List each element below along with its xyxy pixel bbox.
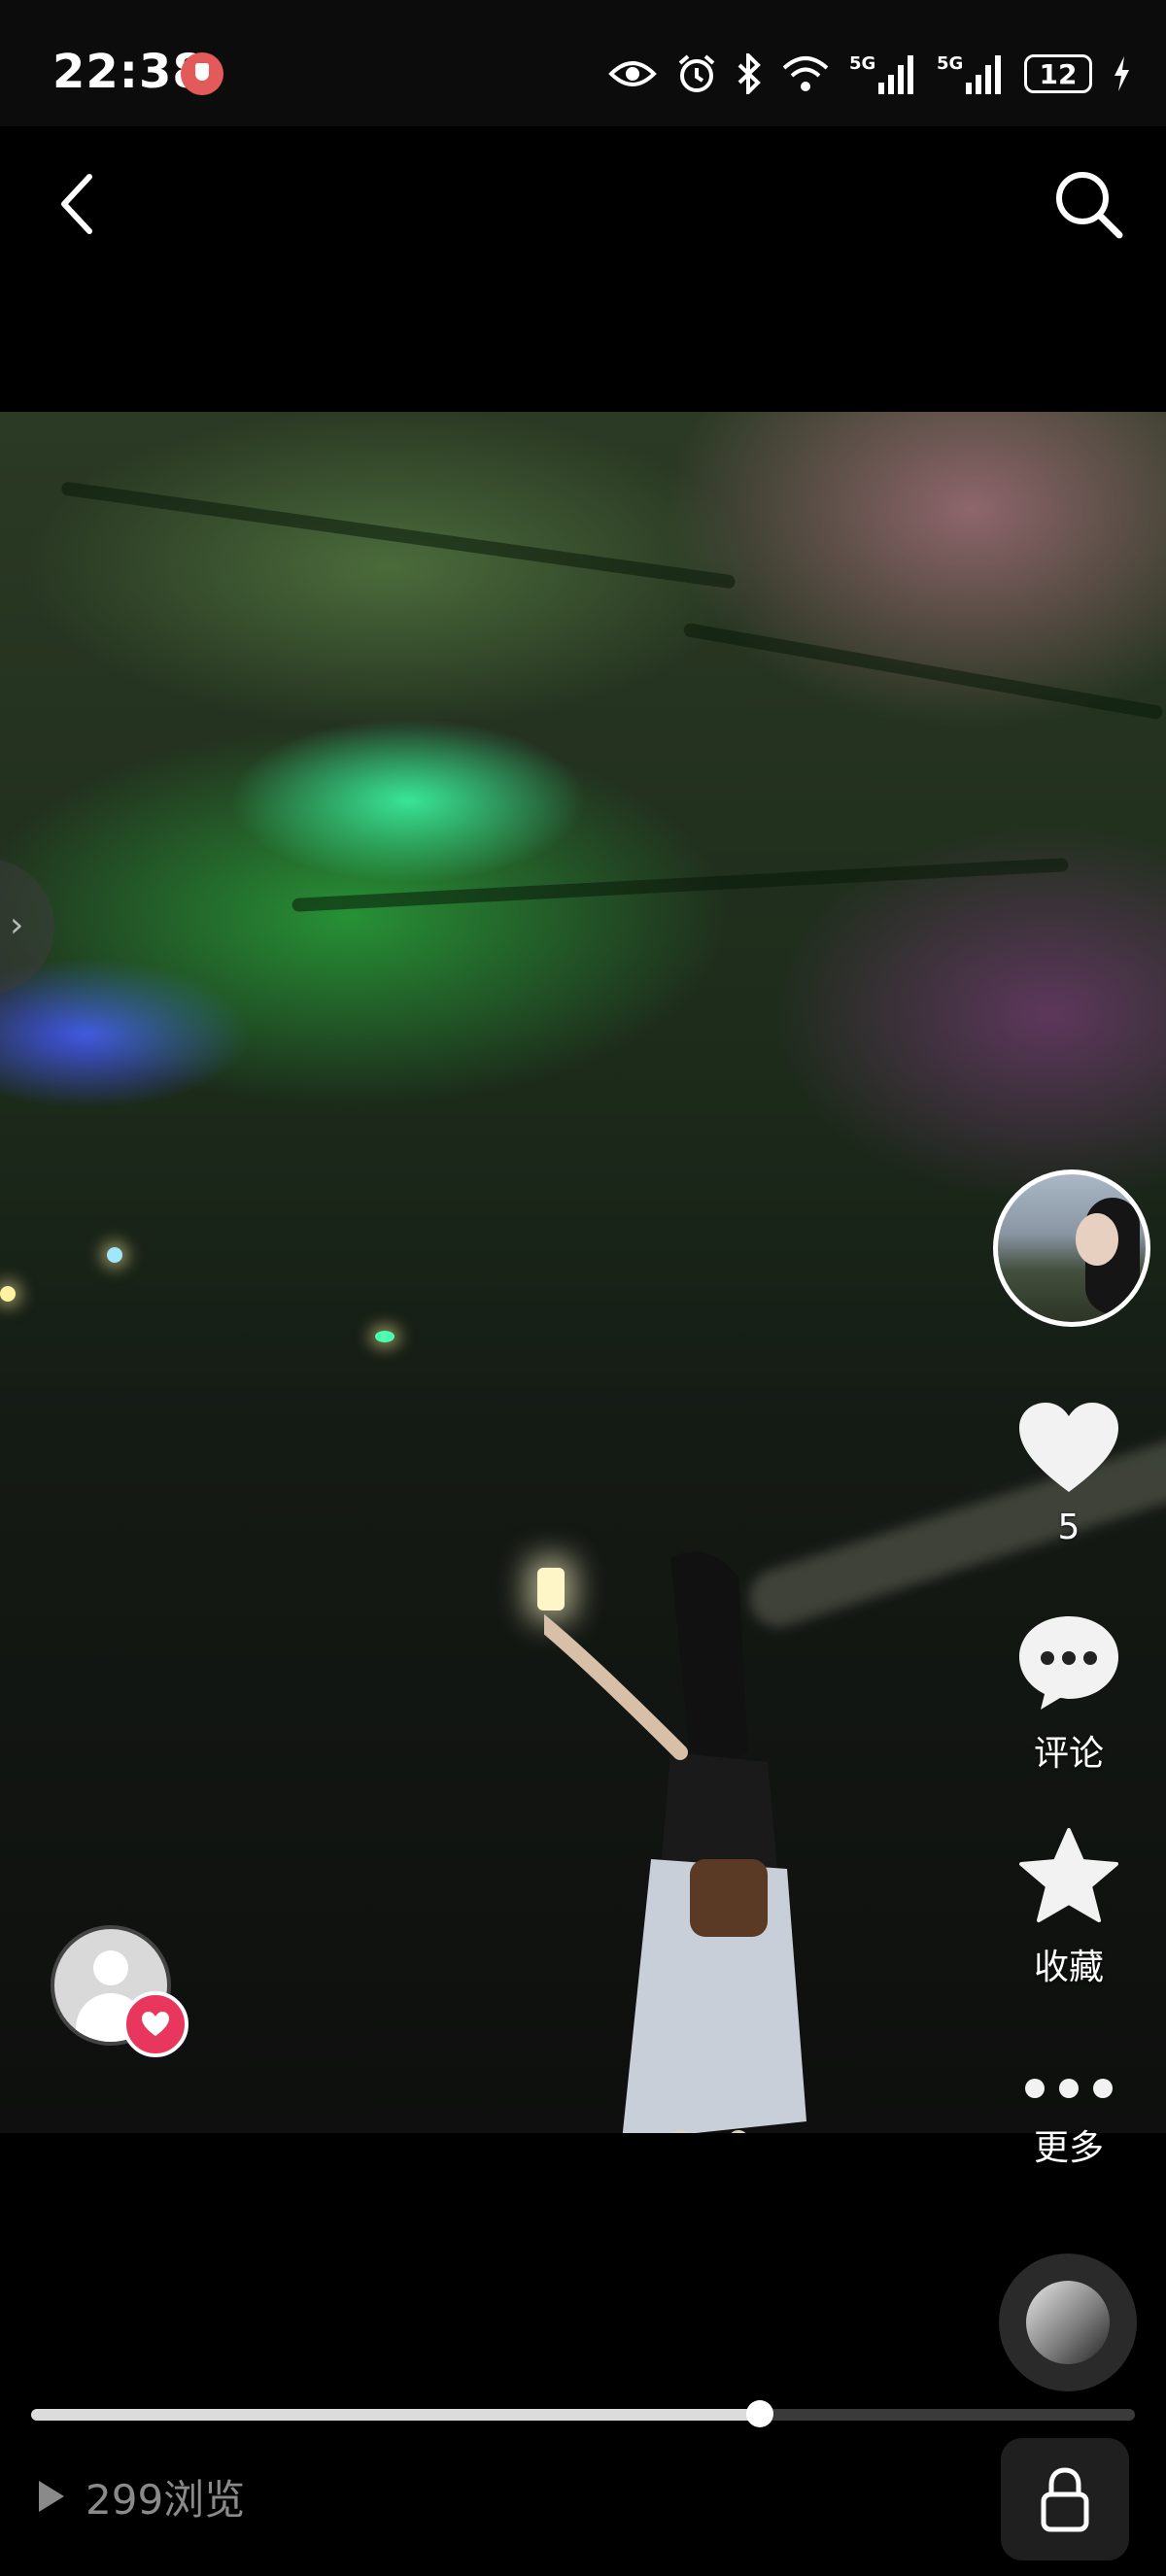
- play-icon: [39, 2481, 64, 2512]
- signal-5g-icon: 5G: [937, 51, 1005, 96]
- battery-level: 12: [1039, 57, 1078, 90]
- music-cover: [1026, 2281, 1110, 2364]
- more-button[interactable]: 更多: [991, 2069, 1147, 2170]
- favorite-button[interactable]: 收藏: [991, 1826, 1147, 1989]
- chevron-left-icon: [61, 174, 92, 234]
- like-button[interactable]: 5: [991, 1399, 1147, 1547]
- drawer-handle[interactable]: ›: [0, 859, 54, 995]
- status-bar: 22:38 5G 5G 12: [0, 0, 1166, 126]
- comment-icon: [1019, 1616, 1118, 1710]
- eye-icon: [608, 57, 657, 90]
- more-label: 更多: [1033, 2128, 1104, 2168]
- back-button[interactable]: [51, 165, 109, 243]
- more-dots-icon: [1025, 2079, 1113, 2098]
- cave-rock-detail: [682, 622, 1164, 721]
- heart-badge-icon[interactable]: [122, 1991, 189, 2057]
- progress-knob[interactable]: [745, 2400, 773, 2427]
- shield-icon: [181, 52, 223, 95]
- charging-icon: [1112, 54, 1131, 93]
- bluetooth-icon: [737, 53, 762, 94]
- wifi-icon: [781, 54, 830, 93]
- star-icon: [1019, 1828, 1118, 1922]
- avatar-placeholder-head: [93, 1950, 128, 1985]
- views-info: 299浏览: [35, 2467, 245, 2525]
- svg-text:5G: 5G: [937, 53, 963, 74]
- progress-bar[interactable]: [31, 2400, 1135, 2427]
- lock-icon: [1041, 2467, 1089, 2532]
- comment-button[interactable]: 评论: [991, 1612, 1147, 1776]
- cave-rock-detail: [292, 858, 1069, 912]
- search-icon: [1056, 172, 1123, 239]
- alarm-icon: [676, 53, 717, 94]
- cave-lamp: [375, 1331, 394, 1342]
- cave-rock-detail: [60, 481, 737, 590]
- author-avatar[interactable]: [993, 1169, 1150, 1327]
- views-text: 299浏览: [86, 2475, 246, 2524]
- status-icons: 5G 5G 12: [608, 45, 1131, 103]
- avatar-photo-detail: [1076, 1213, 1118, 1266]
- svg-text:5G: 5G: [849, 53, 875, 74]
- search-button[interactable]: [1049, 165, 1127, 243]
- person-silhouette: [544, 1551, 806, 2133]
- progress-fill: [31, 2409, 760, 2421]
- battery-icon: 12: [1024, 54, 1092, 93]
- cave-lamp: [0, 1286, 16, 1302]
- comment-label: 评论: [1033, 1734, 1104, 1774]
- cave-lamp: [107, 1247, 122, 1263]
- chevron-right-icon: ›: [10, 905, 24, 945]
- music-disc[interactable]: [999, 2254, 1137, 2391]
- heart-icon: [1019, 1403, 1118, 1492]
- favorite-label: 收藏: [1033, 1948, 1104, 1987]
- top-nav: [0, 126, 1166, 412]
- like-count: 5: [1057, 1508, 1080, 1547]
- signal-5g-icon: 5G: [849, 51, 917, 96]
- lock-button[interactable]: [1001, 2438, 1129, 2560]
